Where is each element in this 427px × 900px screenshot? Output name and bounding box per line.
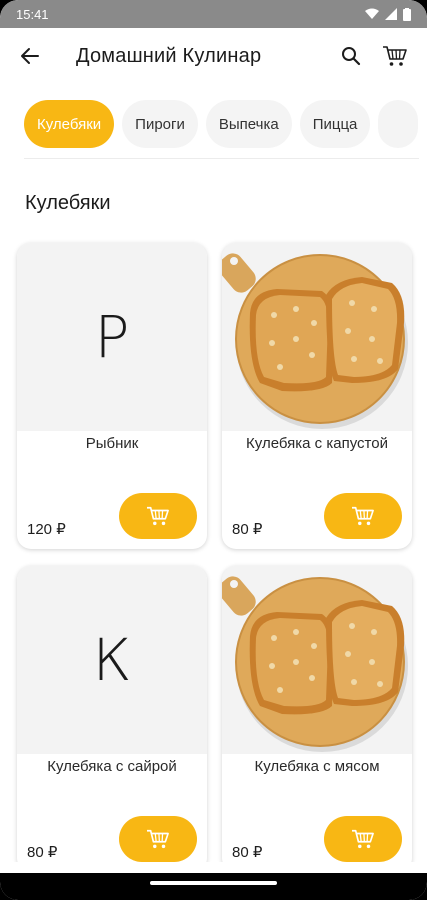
cart-plus-icon: [147, 829, 169, 849]
battery-icon: [403, 7, 411, 21]
category-chips: Кулебяки Пироги Выпечка Пицца: [0, 100, 427, 150]
system-nav-bar: [0, 873, 427, 900]
pie-on-board-image: [222, 566, 412, 754]
pie-on-board-image: [222, 243, 412, 431]
back-button[interactable]: [12, 38, 48, 74]
search-button[interactable]: [331, 36, 371, 76]
add-to-cart-button[interactable]: [119, 816, 197, 862]
signal-icon: [385, 8, 397, 20]
product-photo: [222, 243, 412, 431]
chip-vypechka[interactable]: Выпечка: [205, 100, 292, 148]
product-initial: К: [92, 626, 132, 694]
add-to-cart-button[interactable]: [324, 493, 402, 539]
chip-kulebyaki[interactable]: Кулебяки: [24, 100, 115, 148]
status-time: 15:41: [16, 6, 49, 22]
arrow-back-icon: [21, 48, 39, 64]
product-price: 80 ₽: [27, 844, 58, 861]
product-initial: Р: [94, 303, 130, 371]
product-card[interactable]: Кулебяка с капустой 80 ₽: [222, 243, 412, 549]
search-icon: [342, 47, 361, 66]
product-name: Кулебяка с капустой: [246, 435, 388, 452]
cart-button[interactable]: [375, 36, 415, 76]
cart-plus-icon: [352, 506, 374, 526]
cart-plus-icon: [147, 506, 169, 526]
chip-pizza[interactable]: Пицца: [299, 100, 371, 148]
chip-pirogi[interactable]: Пироги: [122, 100, 198, 148]
product-image-placeholder: Р: [17, 243, 207, 431]
shopping-cart-icon: [383, 46, 407, 66]
product-price: 80 ₽: [232, 521, 263, 538]
product-name: Кулебяка с мясом: [254, 758, 380, 775]
product-card[interactable]: Кулебяка с мясом 80 ₽: [222, 566, 412, 872]
page-title: Домашний Кулинар: [76, 44, 262, 67]
status-bar: 15:41: [0, 0, 427, 28]
cart-plus-icon: [352, 829, 374, 849]
app-bar: Домашний Кулинар: [0, 28, 427, 84]
section-title: Кулебяки: [25, 192, 111, 214]
chip-more[interactable]: [378, 100, 419, 148]
product-name: Рыбник: [85, 435, 139, 452]
app-screen: 15:41 Домашний Кулинар Кулебяки Пироги В…: [0, 0, 427, 900]
product-price: 120 ₽: [27, 521, 66, 538]
product-name: Кулебяка с сайрой: [47, 758, 177, 775]
wifi-icon: [365, 8, 379, 19]
product-card[interactable]: К Кулебяка с сайрой 80 ₽: [17, 566, 207, 872]
status-icons: [365, 7, 411, 21]
home-indicator[interactable]: [150, 881, 277, 885]
add-to-cart-button[interactable]: [324, 816, 402, 862]
divider: [24, 158, 419, 159]
add-to-cart-button[interactable]: [119, 493, 197, 539]
product-card[interactable]: Р Рыбник 120 ₽: [17, 243, 207, 549]
product-photo: [222, 566, 412, 754]
product-price: 80 ₽: [232, 844, 263, 861]
product-image-placeholder: К: [17, 566, 207, 754]
